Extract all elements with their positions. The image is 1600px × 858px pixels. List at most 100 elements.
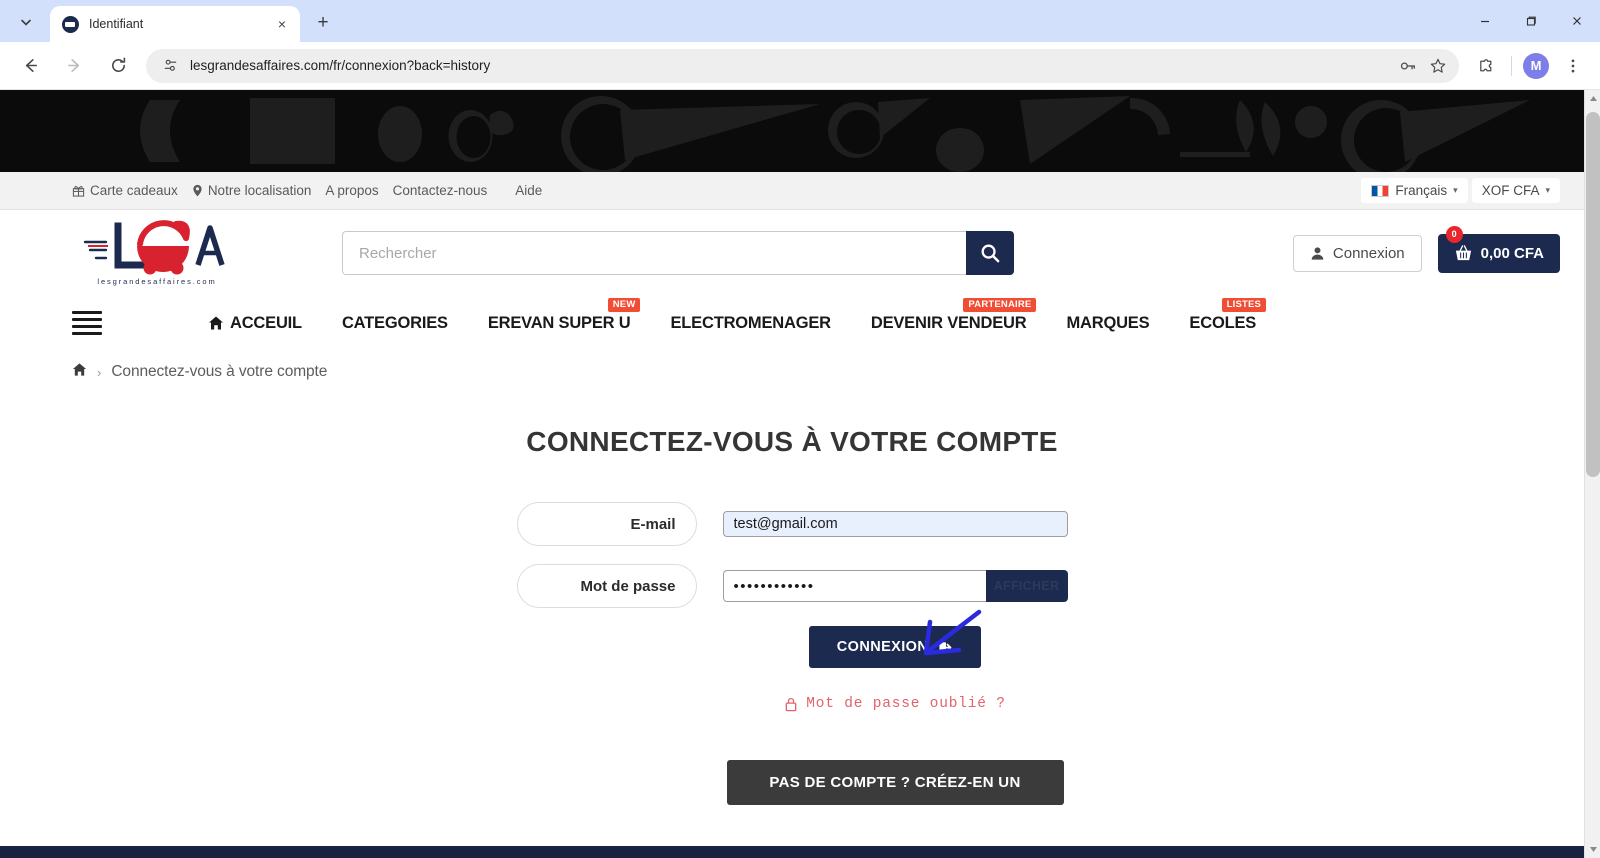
login-form: E-mail Mot de passe AFFICHER xyxy=(0,502,1584,805)
password-input[interactable] xyxy=(722,570,986,602)
cart-count-badge: 0 xyxy=(1445,225,1463,243)
create-account-button[interactable]: PAS DE COMPTE ? CRÉEZ-EN UN xyxy=(726,760,1064,805)
forward-button[interactable] xyxy=(57,49,91,83)
scroll-down-button[interactable] xyxy=(1585,841,1600,858)
browser-tab[interactable]: Identifiant × xyxy=(50,6,300,42)
scroll-up-button[interactable] xyxy=(1585,90,1600,107)
nav-badge-listes: LISTES xyxy=(1221,297,1267,312)
user-icon xyxy=(1311,246,1324,260)
puzzle-icon xyxy=(1479,59,1491,72)
tab-close-button[interactable]: × xyxy=(272,14,292,34)
header-actions: Connexion 0 0,00 CFA xyxy=(1292,225,1560,273)
submit-row: CONNEXION xyxy=(0,609,1584,668)
bookmark-button[interactable] xyxy=(1423,51,1453,81)
password-manager-button[interactable] xyxy=(1393,51,1423,81)
utility-link-notre-localisation[interactable]: Notre localisation xyxy=(192,183,311,198)
language-selector[interactable]: Français ▾ xyxy=(1361,178,1468,203)
email-control xyxy=(722,511,1068,537)
nav-item-devenir-vendeur[interactable]: DEVENIR VENDEUR PARTENAIRE xyxy=(871,297,1037,333)
chevron-down-icon xyxy=(21,19,31,26)
toolbar-divider xyxy=(1511,55,1512,76)
nav-item-label: EREVAN SUPER U xyxy=(487,313,631,332)
extensions-button[interactable] xyxy=(1470,50,1502,82)
search-icon xyxy=(981,244,999,262)
french-flag-icon xyxy=(1371,184,1390,197)
reload-button[interactable] xyxy=(101,49,135,83)
tab-search-button[interactable] xyxy=(6,6,46,38)
nav-item-label: MARQUES xyxy=(1066,313,1150,332)
basket-icon xyxy=(1455,244,1471,260)
utility-link-a-propos[interactable]: A propos xyxy=(325,183,378,198)
arrow-right-icon xyxy=(67,58,79,73)
menu-toggle-button[interactable] xyxy=(72,311,102,335)
site-settings-icon[interactable] xyxy=(158,54,182,78)
lock-icon xyxy=(785,697,797,711)
nav-item-electromenager[interactable]: ELECTROMENAGER xyxy=(670,313,831,333)
tab-favicon-icon xyxy=(62,15,79,33)
new-tab-button[interactable]: + xyxy=(308,8,338,38)
nav-item-categories[interactable]: CATEGORIES xyxy=(342,314,448,333)
chevron-down-icon: ▾ xyxy=(1453,185,1458,195)
create-account-row: PAS DE COMPTE ? CRÉEZ-EN UN xyxy=(0,760,1584,805)
web-page: Carte cadeaux Notre localisation A propo… xyxy=(0,90,1584,858)
header-login-label: Connexion xyxy=(1332,244,1405,262)
page-title: CONNECTEZ-VOUS À VOTRE COMPTE xyxy=(526,426,1058,457)
arrow-left-icon xyxy=(25,58,37,73)
email-input[interactable] xyxy=(722,511,1068,537)
profile-avatar[interactable]: M xyxy=(1523,52,1549,79)
nav-item-label: CATEGORIES xyxy=(341,313,448,332)
home-icon xyxy=(209,316,223,330)
scrollbar-thumb[interactable] xyxy=(1586,112,1600,477)
nav-badge-partenaire: PARTENAIRE xyxy=(963,297,1037,312)
page-scrollbar[interactable] xyxy=(1584,90,1600,858)
utility-link-aide[interactable]: Aide xyxy=(515,183,542,198)
breadcrumb-home-link[interactable] xyxy=(72,362,87,382)
login-submit-button[interactable]: CONNEXION xyxy=(808,626,982,668)
burger-line xyxy=(72,318,102,321)
utility-link-label: A propos xyxy=(325,183,379,198)
nav-item-erevan-super-u[interactable]: EREVAN SUPER U NEW xyxy=(487,297,641,333)
password-toggle-button[interactable]: AFFICHER xyxy=(985,570,1068,602)
window-maximize-button[interactable] xyxy=(1508,0,1554,42)
submit-wrapper: CONNEXION xyxy=(808,609,982,668)
forgot-password-link[interactable]: Mot de passe oublié ? xyxy=(784,696,1006,712)
utility-link-carte-cadeaux[interactable]: Carte cadeaux xyxy=(72,183,178,198)
site-logo[interactable]: lesgrandesaffaires.com xyxy=(72,220,242,286)
utility-link-contactez-nous[interactable]: Contactez-nous xyxy=(393,183,488,198)
forgot-row: Mot de passe oublié ? xyxy=(0,696,1584,712)
caret-up-icon xyxy=(1589,96,1597,101)
browser-window: Identifiant × + lesgrandesaffaires.com/f… xyxy=(0,0,1600,858)
nav-item-acceuil[interactable]: ACCEUIL xyxy=(208,314,302,333)
browser-toolbar: lesgrandesaffaires.com/fr/connexion?back… xyxy=(0,42,1600,90)
window-close-button[interactable] xyxy=(1554,0,1600,42)
nav-item-label: ELECTROMENAGER xyxy=(670,313,831,332)
header-login-button[interactable]: Connexion xyxy=(1292,234,1422,272)
utility-link-label: Aide xyxy=(515,183,543,198)
window-controls xyxy=(1462,0,1600,42)
utility-links: Carte cadeaux Notre localisation A propo… xyxy=(72,183,542,198)
password-row: Mot de passe AFFICHER xyxy=(0,564,1584,608)
sign-in-icon xyxy=(939,641,952,653)
search-input[interactable] xyxy=(342,231,966,275)
search-submit-button[interactable] xyxy=(966,231,1014,275)
url-text: lesgrandesaffaires.com/fr/connexion?back… xyxy=(190,58,491,73)
back-button[interactable] xyxy=(13,49,47,83)
currency-selector[interactable]: XOF CFA ▾ xyxy=(1471,178,1560,203)
nav-item-ecoles[interactable]: ECOLES LISTES xyxy=(1189,297,1267,333)
page-viewport: Carte cadeaux Notre localisation A propo… xyxy=(0,90,1600,858)
burger-line xyxy=(72,332,102,335)
cart-button[interactable]: 0 0,00 CFA xyxy=(1437,225,1560,273)
lga-cart-logo-icon xyxy=(83,220,225,275)
utility-link-label: Carte cadeaux xyxy=(90,183,178,198)
password-label: Mot de passe xyxy=(516,564,697,608)
address-bar[interactable]: lesgrandesaffaires.com/fr/connexion?back… xyxy=(146,48,1459,83)
currency-label: XOF CFA xyxy=(1481,183,1540,198)
tab-strip: Identifiant × + xyxy=(0,0,1600,42)
tab-title: Identifiant xyxy=(89,17,144,31)
site-footer-strip xyxy=(0,846,1584,858)
nav-item-marques[interactable]: MARQUES xyxy=(1066,314,1149,333)
map-pin-icon xyxy=(193,184,202,197)
window-minimize-button[interactable] xyxy=(1462,0,1508,42)
browser-menu-button[interactable] xyxy=(1557,50,1589,82)
search-bar xyxy=(342,231,1014,275)
